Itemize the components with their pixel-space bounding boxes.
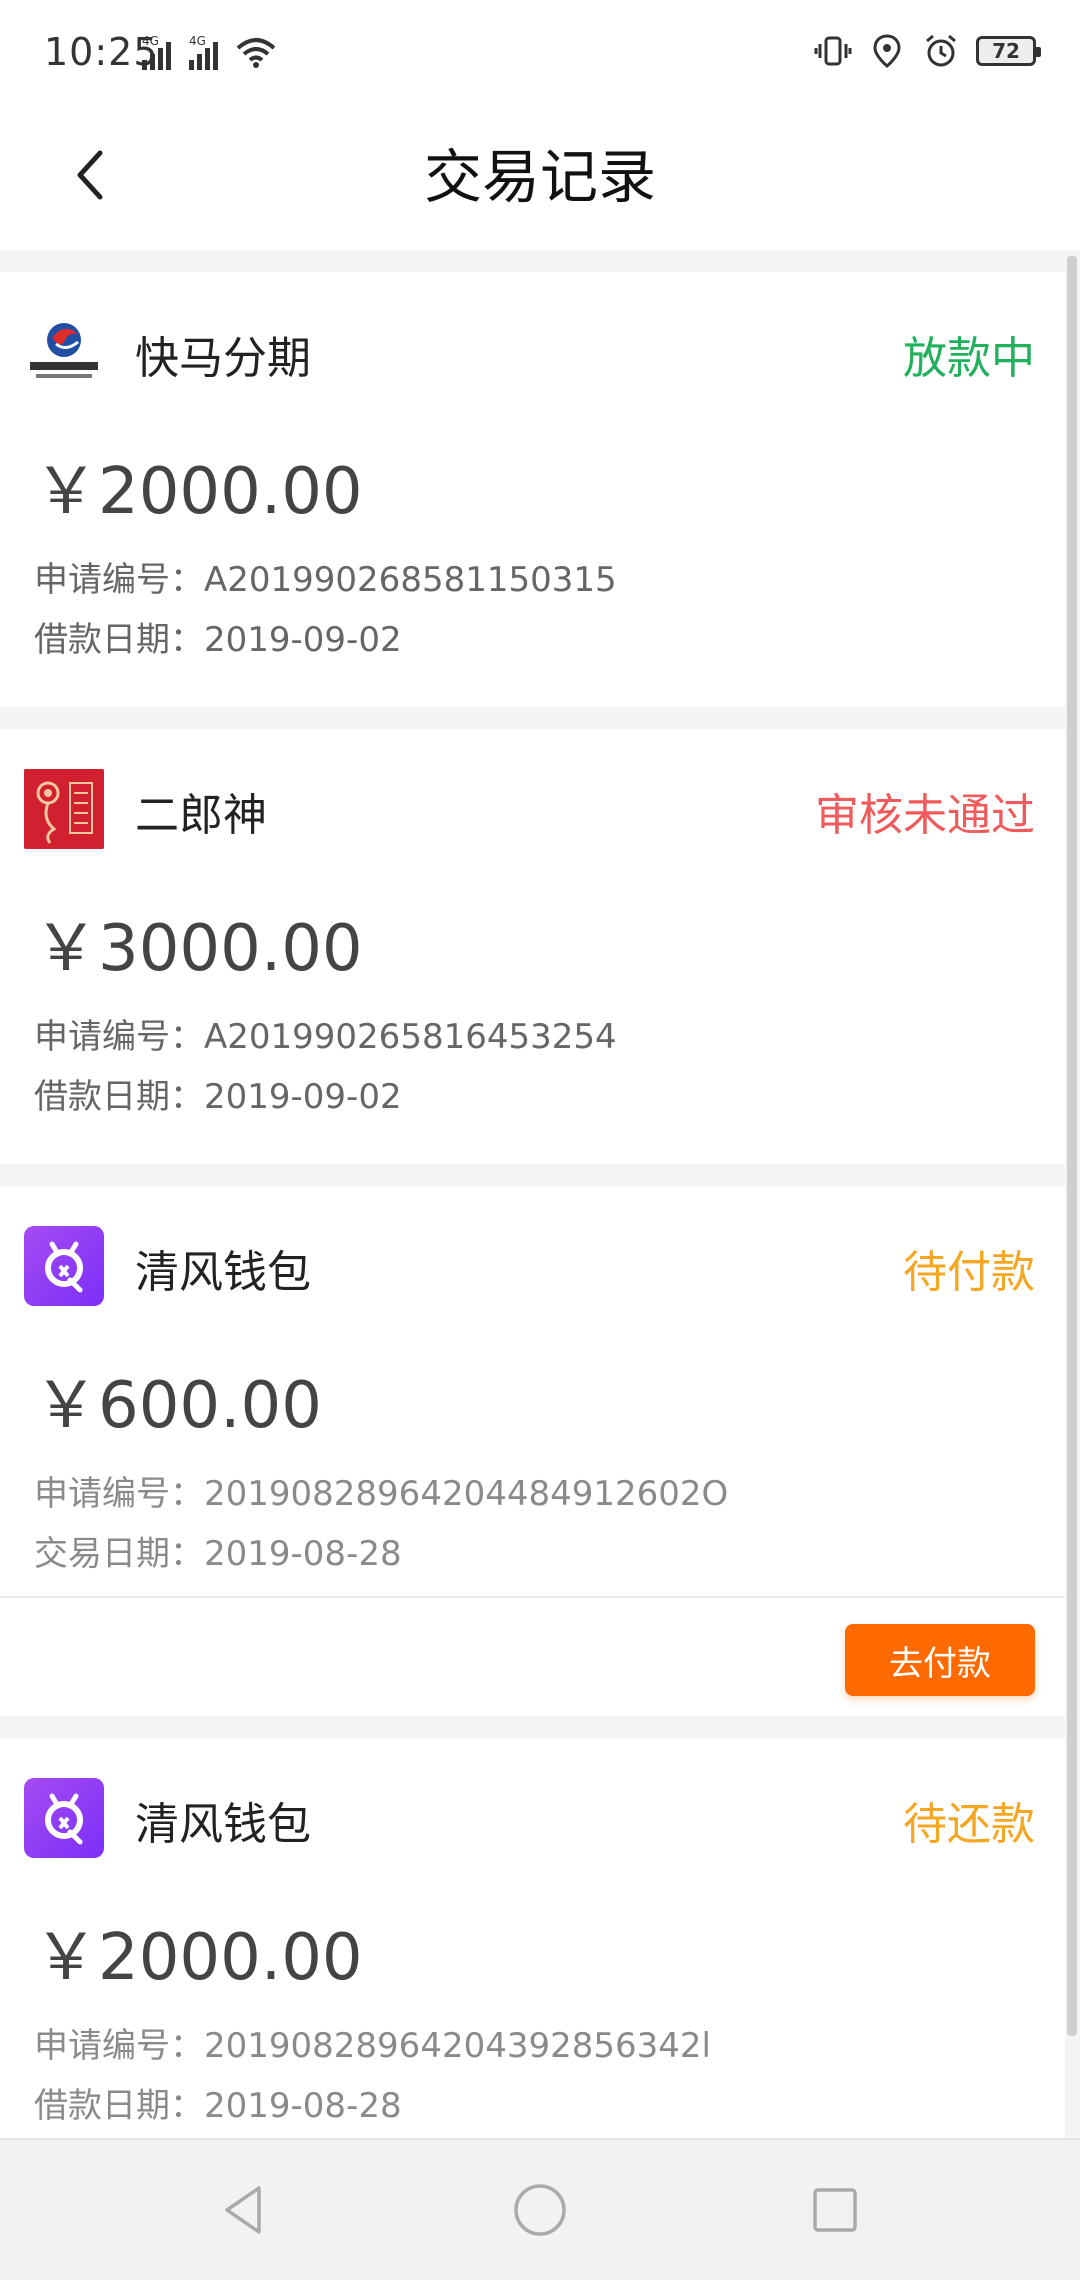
- divider: [0, 250, 1065, 272]
- application-id-value: 20190828964204392856342l: [204, 2026, 711, 2066]
- application-id-value: A201990268581150315: [204, 560, 617, 600]
- date-row: 借款日期：2019-08-28: [34, 2078, 402, 2127]
- status-bar: 10:25 4G 4G 72: [0, 0, 1080, 100]
- sim2-label: 4G: [189, 34, 206, 48]
- divider: [0, 707, 1065, 729]
- status-right-icons: 72: [814, 32, 1041, 70]
- date-value: 2019-08-28: [204, 2086, 402, 2126]
- merchant-name: 二郎神: [135, 790, 267, 841]
- status-text: 待付款: [903, 1247, 1035, 1298]
- qingfeng-logo-icon: [24, 1778, 104, 1858]
- square-recent-icon: [813, 2188, 857, 2232]
- page-header: 交易记录: [0, 100, 1080, 250]
- signal-icon: 4G: [142, 34, 171, 70]
- qingfeng-logo-icon: [24, 1226, 104, 1306]
- application-id-row: 申请编号：20190828964204484912602O: [34, 1466, 728, 1515]
- system-nav-bar: [0, 2138, 1080, 2280]
- status-text: 待还款: [903, 1799, 1035, 1850]
- status-text: 审核未通过: [815, 790, 1035, 841]
- location-icon: [873, 34, 901, 68]
- nav-back-button[interactable]: [210, 2175, 280, 2245]
- scrollbar[interactable]: [1067, 256, 1077, 2036]
- alarm-icon: [926, 34, 956, 67]
- transaction-card[interactable]: 快马分期 放款中 ￥2000.00 申请编号：A2019902685811503…: [0, 272, 1065, 707]
- date-row: 交易日期：2019-08-28: [34, 1526, 402, 1575]
- circle-home-icon: [514, 2184, 566, 2236]
- amount: ￥2000.00: [34, 1921, 363, 1995]
- sim1-label: 4G: [142, 34, 159, 48]
- divider: [0, 1716, 1065, 1738]
- application-id-label: 申请编号：: [34, 2026, 204, 2066]
- divider: [0, 1164, 1065, 1186]
- date-value: 2019-09-02: [204, 1077, 402, 1117]
- pay-button[interactable]: 去付款: [845, 1624, 1035, 1696]
- date-label: 借款日期：: [34, 620, 204, 660]
- application-id-label: 申请编号：: [34, 560, 204, 600]
- application-id-label: 申请编号：: [34, 1474, 204, 1514]
- application-id-row: 申请编号：A201990268581150315: [34, 552, 617, 601]
- date-row: 借款日期：2019-09-02: [34, 612, 402, 661]
- application-id-label: 申请编号：: [34, 1017, 204, 1057]
- network-icons: 4G 4G: [142, 34, 276, 70]
- transaction-list: 快马分期 放款中 ￥2000.00 申请编号：A2019902685811503…: [0, 250, 1065, 2163]
- battery-icon: 72: [976, 36, 1041, 66]
- application-id-row: 申请编号：A201990265816453254: [34, 1009, 617, 1058]
- date-label: 借款日期：: [34, 1077, 204, 1117]
- application-id-row: 申请编号：20190828964204392856342l: [34, 2018, 711, 2067]
- transaction-card[interactable]: 清风钱包 待还款 ￥2000.00 申请编号：20190828964204392…: [0, 1738, 1065, 2163]
- wifi-icon: [236, 36, 276, 70]
- kuaima-logo-icon: [24, 312, 104, 392]
- merchant-name: 快马分期: [135, 333, 311, 384]
- application-id-value: A201990265816453254: [204, 1017, 617, 1057]
- vibrate-icon: [814, 36, 852, 66]
- amount: ￥600.00: [34, 1369, 322, 1443]
- erlangshen-logo-icon: [24, 769, 104, 849]
- transaction-card[interactable]: 二郎神 审核未通过 ￥3000.00 申请编号：A201990265816453…: [0, 729, 1065, 1164]
- date-row: 借款日期：2019-09-02: [34, 1069, 402, 1118]
- date-value: 2019-08-28: [204, 1534, 402, 1574]
- nav-home-button[interactable]: [505, 2175, 575, 2245]
- status-text: 放款中: [903, 333, 1035, 384]
- application-id-value: 20190828964204484912602O: [204, 1474, 729, 1514]
- signal-icon: 4G: [189, 34, 218, 70]
- date-label: 借款日期：: [34, 2086, 204, 2126]
- triangle-back-icon: [225, 2186, 261, 2234]
- amount: ￥2000.00: [34, 455, 363, 529]
- transaction-card[interactable]: 清风钱包 待付款 ￥600.00 申请编号：201908289642044849…: [0, 1186, 1065, 1716]
- nav-recent-button[interactable]: [800, 2175, 870, 2245]
- page-title: 交易记录: [423, 143, 656, 211]
- date-label: 交易日期：: [34, 1534, 204, 1574]
- merchant-name: 清风钱包: [135, 1247, 311, 1298]
- action-row: 去付款: [0, 1596, 1065, 1716]
- date-value: 2019-09-02: [204, 620, 402, 660]
- amount: ￥3000.00: [34, 912, 363, 986]
- merchant-name: 清风钱包: [135, 1799, 311, 1850]
